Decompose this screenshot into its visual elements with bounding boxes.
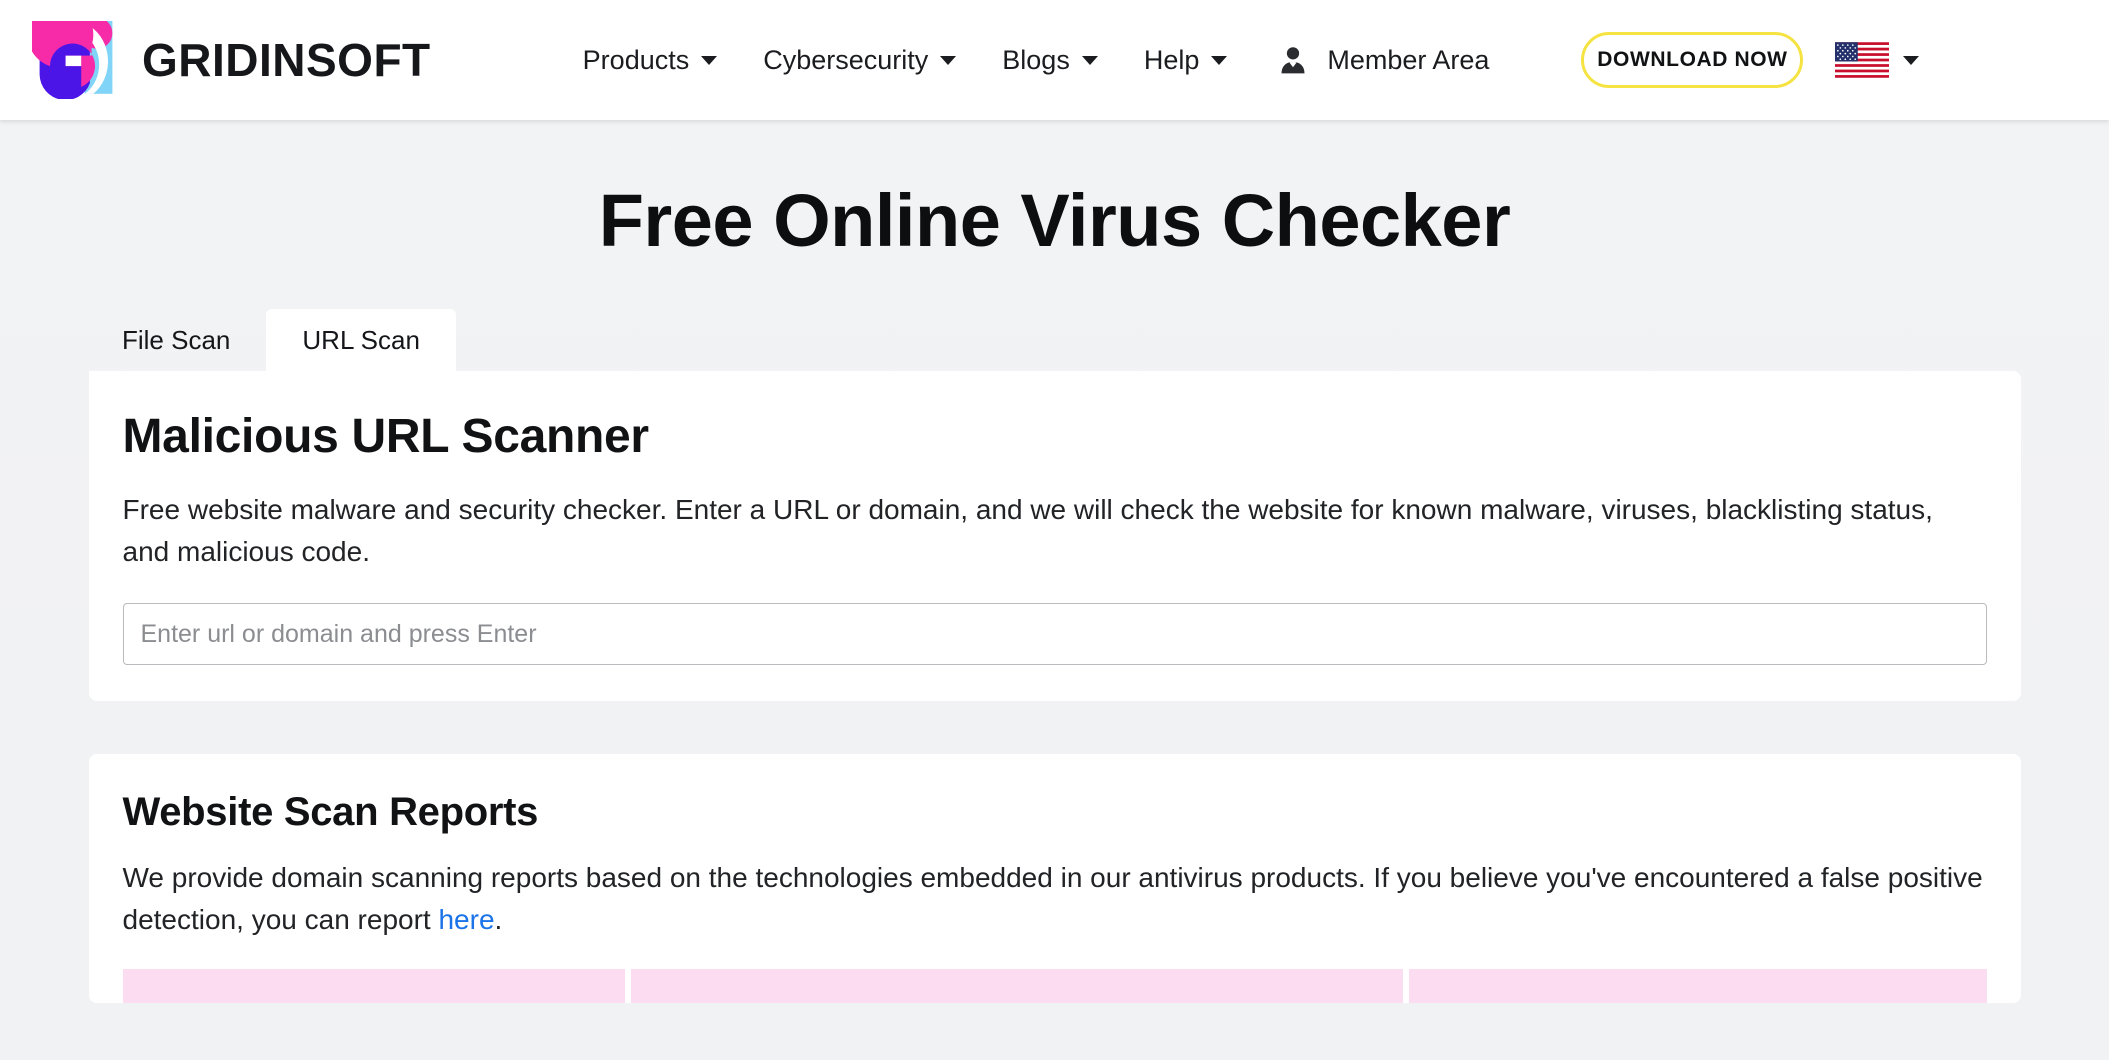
chevron-down-icon [1903,55,1920,65]
reports-description: We provide domain scanning reports based… [123,857,1987,940]
nav-item-cybersecurity[interactable]: Cybersecurity [763,44,957,76]
us-flag-icon [1835,42,1890,78]
table-header-cell [122,968,625,1003]
main-navigation: Products Cybersecurity Blogs Help [583,45,1228,76]
nav-item-blogs[interactable]: Blogs [1002,45,1098,76]
nav-item-label: Products [582,44,690,75]
reports-description-text: We provide domain scanning reports based… [122,862,1983,936]
main-content: Free Online Virus Checker File Scan URL … [0,178,2109,1003]
site-header: GRIDINSOFT Products Cybersecurity Blogs … [0,0,2109,120]
scanner-description: Free website malware and security checke… [122,494,1933,567]
tab-file-scan[interactable]: File Scan [86,309,266,371]
page-title: Free Online Virus Checker [598,179,1511,262]
table-header-cell [630,968,1403,1003]
nav-item-label: Cybersecurity [763,44,929,75]
nav-item-label: Help [1143,44,1200,75]
gridinsoft-logo-icon [32,21,120,99]
scan-reports-table [89,968,2021,1003]
nav-item-help[interactable]: Help [1144,45,1228,76]
brand-name: GRIDINSOFT [142,34,431,86]
person-icon [1277,44,1309,76]
url-scanner-panel: Malicious URL Scanner Free website malwa… [88,371,2021,702]
scan-mode-tabs: File Scan URL Scan [86,309,2109,371]
scanner-title: Malicious URL Scanner [122,410,650,463]
brand-logo-link[interactable]: GRIDINSOFT [32,21,431,99]
language-selector[interactable] [1835,42,1920,78]
chevron-down-icon [1211,55,1228,65]
tab-url-scan[interactable]: URL Scan [266,309,456,371]
url-input[interactable] [122,603,1987,666]
member-area-link[interactable]: Member Area [1277,44,1489,76]
table-header-cell [1408,968,1987,1003]
false-positive-report-link[interactable]: here [438,904,494,935]
nav-item-label: Blogs [1002,44,1070,75]
chevron-down-icon [1081,55,1098,65]
reports-description-suffix: . [494,904,503,936]
download-now-button[interactable]: DOWNLOAD NOW [1581,32,1804,88]
chevron-down-icon [940,55,957,65]
nav-item-products[interactable]: Products [583,45,718,76]
member-area-label: Member Area [1327,44,1490,75]
chevron-down-icon [701,55,718,65]
website-scan-reports-panel: Website Scan Reports We provide domain s… [88,754,2021,1003]
reports-title: Website Scan Reports [122,790,539,835]
